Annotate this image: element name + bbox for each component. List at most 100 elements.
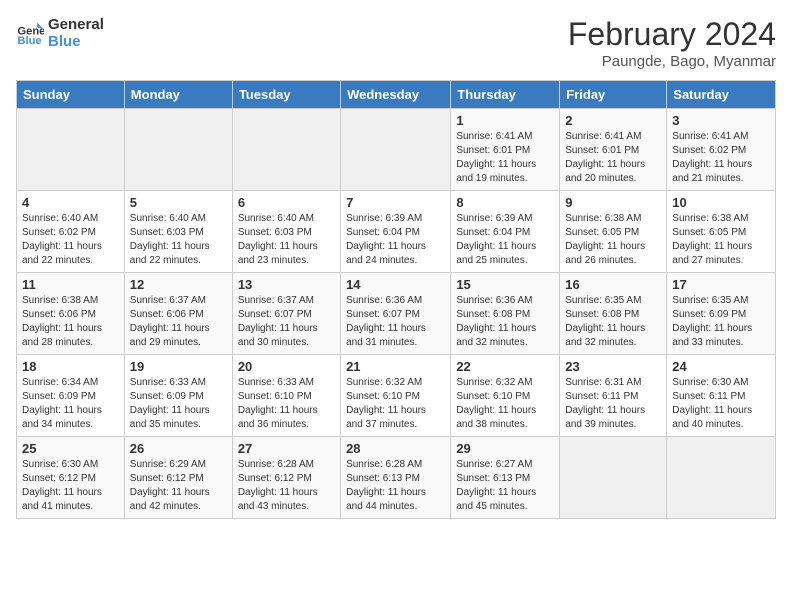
day-cell: 23Sunrise: 6:31 AM Sunset: 6:11 PM Dayli… — [560, 355, 667, 437]
day-header-thursday: Thursday — [451, 81, 560, 109]
day-cell: 2Sunrise: 6:41 AM Sunset: 6:01 PM Daylig… — [560, 109, 667, 191]
day-cell: 14Sunrise: 6:36 AM Sunset: 6:07 PM Dayli… — [341, 273, 451, 355]
day-number: 4 — [22, 195, 119, 210]
logo: General Blue General Blue — [16, 16, 104, 50]
day-info: Sunrise: 6:32 AM Sunset: 6:10 PM Dayligh… — [346, 376, 445, 432]
day-cell: 17 Sunrise: 6:35 AM Sunset: 6:09 PM Dayli… — [667, 273, 776, 355]
day-info: Sunrise: 6:40 AM Sunset: 6:03 PM Dayligh… — [130, 212, 227, 268]
day-info: Sunrise: 6:28 AM Sunset: 6:12 PM Dayligh… — [238, 458, 335, 514]
day-number: 25 — [22, 441, 119, 456]
day-number: 16 — [565, 277, 661, 292]
day-cell: 12Sunrise: 6:37 AM Sunset: 6:06 PM Dayli… — [124, 273, 232, 355]
week-row-2: 4 Sunrise: 6:40 AM Sunset: 6:02 PM Daylig… — [17, 191, 776, 273]
day-cell: 21 Sunrise: 6:32 AM Sunset: 6:10 PM Dayli… — [341, 355, 451, 437]
day-info: Sunrise: 6:27 AM Sunset: 6:13 PM Dayligh… — [456, 458, 554, 514]
day-info: Sunrise: 6:36 AM Sunset: 6:07 PM Dayligh… — [346, 294, 445, 350]
day-header-tuesday: Tuesday — [232, 81, 340, 109]
day-header-sunday: Sunday — [17, 81, 125, 109]
day-cell: 18 Sunrise: 6:34 AM Sunset: 6:09 PM Dayli… — [17, 355, 125, 437]
day-cell — [232, 109, 340, 191]
day-info: Sunrise: 6:33 AM Sunset: 6:09 PM Dayligh… — [130, 376, 227, 432]
day-number: 23 — [565, 359, 661, 374]
week-row-1: 1 Sunrise: 6:41 AM Sunset: 6:01 PM Daylig… — [17, 109, 776, 191]
day-number: 9 — [565, 195, 661, 210]
day-number: 27 — [238, 441, 335, 456]
day-number: 21 — [346, 359, 445, 374]
day-info: Sunrise: 6:35 AM Sunset: 6:09 PM Dayligh… — [672, 294, 770, 350]
day-cell: 15 Sunrise: 6:36 AM Sunset: 6:08 PM Dayli… — [451, 273, 560, 355]
day-cell: 4 Sunrise: 6:40 AM Sunset: 6:02 PM Daylig… — [17, 191, 125, 273]
day-info: Sunrise: 6:40 AM Sunset: 6:02 PM Dayligh… — [22, 212, 119, 268]
day-info: Sunrise: 6:30 AM Sunset: 6:11 PM Dayligh… — [672, 376, 770, 432]
day-number: 18 — [22, 359, 119, 374]
week-row-5: 25 Sunrise: 6:30 AM Sunset: 6:12 PM Dayli… — [17, 437, 776, 519]
day-number: 2 — [565, 113, 661, 128]
day-cell: 19 Sunrise: 6:33 AM Sunset: 6:09 PM Dayli… — [124, 355, 232, 437]
day-cell: 22Sunrise: 6:32 AM Sunset: 6:10 PM Dayli… — [451, 355, 560, 437]
day-cell: 1 Sunrise: 6:41 AM Sunset: 6:01 PM Daylig… — [451, 109, 560, 191]
day-info: Sunrise: 6:41 AM Sunset: 6:02 PM Dayligh… — [672, 130, 770, 186]
day-cell: 8 Sunrise: 6:39 AM Sunset: 6:04 PM Daylig… — [451, 191, 560, 273]
day-cell: 9 Sunrise: 6:38 AM Sunset: 6:05 PM Daylig… — [560, 191, 667, 273]
day-number: 3 — [672, 113, 770, 128]
week-row-4: 18 Sunrise: 6:34 AM Sunset: 6:09 PM Dayli… — [17, 355, 776, 437]
day-number: 19 — [130, 359, 227, 374]
day-cell: 25 Sunrise: 6:30 AM Sunset: 6:12 PM Dayli… — [17, 437, 125, 519]
day-cell — [560, 437, 667, 519]
day-cell: 28 Sunrise: 6:28 AM Sunset: 6:13 PM Dayli… — [341, 437, 451, 519]
svg-text:Blue: Blue — [17, 35, 41, 47]
day-cell: 26 Sunrise: 6:29 AM Sunset: 6:12 PM Dayli… — [124, 437, 232, 519]
day-info: Sunrise: 6:36 AM Sunset: 6:08 PM Dayligh… — [456, 294, 554, 350]
day-cell — [17, 109, 125, 191]
day-cell: 27 Sunrise: 6:28 AM Sunset: 6:12 PM Dayli… — [232, 437, 340, 519]
day-number: 5 — [130, 195, 227, 210]
day-cell: 5 Sunrise: 6:40 AM Sunset: 6:03 PM Daylig… — [124, 191, 232, 273]
day-info: Sunrise: 6:40 AM Sunset: 6:03 PM Dayligh… — [238, 212, 335, 268]
day-number: 26 — [130, 441, 227, 456]
day-number: 24 — [672, 359, 770, 374]
day-number: 12 — [130, 277, 227, 292]
day-info: Sunrise: 6:29 AM Sunset: 6:12 PM Dayligh… — [130, 458, 227, 514]
day-number: 28 — [346, 441, 445, 456]
day-header-friday: Friday — [560, 81, 667, 109]
day-number: 29 — [456, 441, 554, 456]
day-info: Sunrise: 6:34 AM Sunset: 6:09 PM Dayligh… — [22, 376, 119, 432]
logo-text-line1: General — [48, 16, 104, 33]
day-cell: 11 Sunrise: 6:38 AM Sunset: 6:06 PM Dayli… — [17, 273, 125, 355]
day-info: Sunrise: 6:37 AM Sunset: 6:07 PM Dayligh… — [238, 294, 335, 350]
day-info: Sunrise: 6:28 AM Sunset: 6:13 PM Dayligh… — [346, 458, 445, 514]
day-cell: 29 Sunrise: 6:27 AM Sunset: 6:13 PM Dayli… — [451, 437, 560, 519]
day-header-wednesday: Wednesday — [341, 81, 451, 109]
day-number: 8 — [456, 195, 554, 210]
day-number: 13 — [238, 277, 335, 292]
day-number: 22 — [456, 359, 554, 374]
day-cell — [124, 109, 232, 191]
day-info: Sunrise: 6:38 AM Sunset: 6:06 PM Dayligh… — [22, 294, 119, 350]
day-cell — [667, 437, 776, 519]
day-number: 11 — [22, 277, 119, 292]
calendar-title: February 2024 — [568, 16, 776, 53]
day-number: 15 — [456, 277, 554, 292]
day-cell: 7Sunrise: 6:39 AM Sunset: 6:04 PM Daylig… — [341, 191, 451, 273]
day-info: Sunrise: 6:30 AM Sunset: 6:12 PM Dayligh… — [22, 458, 119, 514]
logo-icon: General Blue — [16, 19, 44, 47]
calendar-table: SundayMondayTuesdayWednesdayThursdayFrid… — [16, 80, 776, 519]
day-info: Sunrise: 6:39 AM Sunset: 6:04 PM Dayligh… — [456, 212, 554, 268]
day-info: Sunrise: 6:38 AM Sunset: 6:05 PM Dayligh… — [565, 212, 661, 268]
day-cell: 10 Sunrise: 6:38 AM Sunset: 6:05 PM Dayli… — [667, 191, 776, 273]
day-cell: 20Sunrise: 6:33 AM Sunset: 6:10 PM Dayli… — [232, 355, 340, 437]
day-info: Sunrise: 6:41 AM Sunset: 6:01 PM Dayligh… — [456, 130, 554, 186]
day-number: 7 — [346, 195, 445, 210]
day-number: 20 — [238, 359, 335, 374]
day-cell — [341, 109, 451, 191]
day-number: 1 — [456, 113, 554, 128]
day-number: 17 — [672, 277, 770, 292]
day-number: 10 — [672, 195, 770, 210]
day-header-saturday: Saturday — [667, 81, 776, 109]
day-cell: 13 Sunrise: 6:37 AM Sunset: 6:07 PM Dayli… — [232, 273, 340, 355]
day-cell: 16Sunrise: 6:35 AM Sunset: 6:08 PM Dayli… — [560, 273, 667, 355]
calendar-subtitle: Paungde, Bago, Myanmar — [568, 53, 776, 70]
day-info: Sunrise: 6:38 AM Sunset: 6:05 PM Dayligh… — [672, 212, 770, 268]
day-header-monday: Monday — [124, 81, 232, 109]
title-block: February 2024 Paungde, Bago, Myanmar — [568, 16, 776, 70]
